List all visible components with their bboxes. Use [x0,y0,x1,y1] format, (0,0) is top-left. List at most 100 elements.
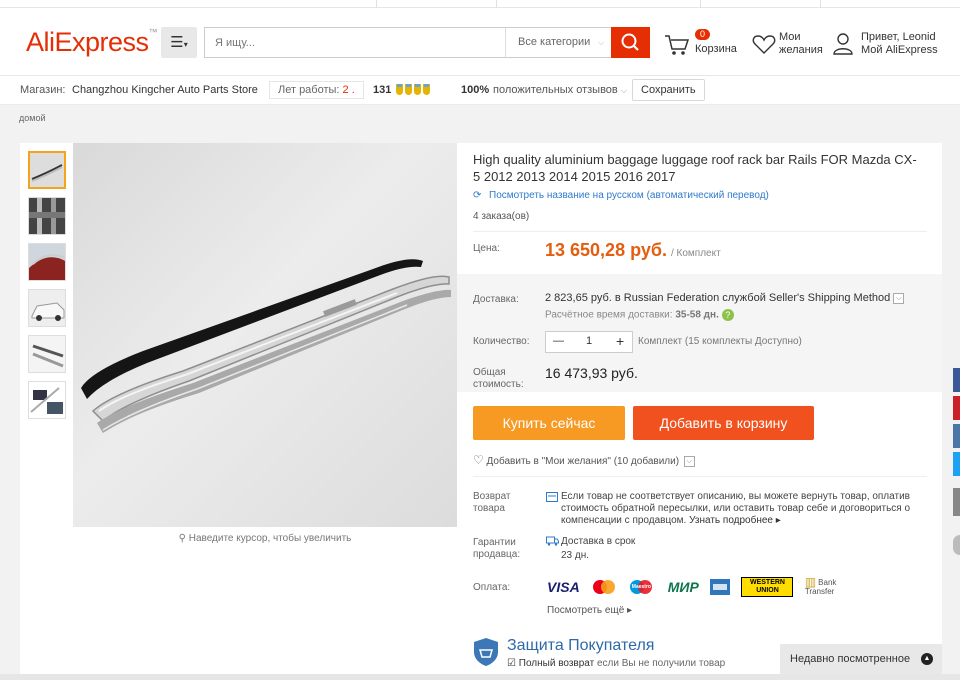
quantity-stepper: — 1 + [545,331,633,353]
breadcrumb-home[interactable]: домой [19,113,45,123]
twitter-share-icon[interactable] [953,452,960,476]
thumbnail[interactable] [28,243,66,281]
price-unit: / Комплект [670,248,721,259]
cart-icon [665,35,690,55]
categories-menu-button[interactable]: ☰▾ [161,27,197,58]
chevron-down-icon: ⌵ [893,292,905,304]
package-thumb [29,382,65,418]
aliexpress-logo[interactable]: AliExpress™ [26,27,158,58]
account-link[interactable]: Привет, Leonid Мой AliExpress [832,29,956,65]
add-to-wishlist[interactable]: ♡ Добавить в "Мои желания" (10 добавили)… [473,453,695,467]
shipping-text: 2 823,65 руб. в Russian Federation служб… [545,292,891,304]
search-button[interactable] [611,27,650,58]
buyer-protection-title: Защита Покупателя [507,637,655,654]
total-label-line2: стоимость: [473,379,524,390]
maestro-label: Maestro [631,584,651,590]
save-store-button[interactable]: Сохранить [632,79,705,101]
share-more-icon[interactable] [953,488,960,516]
orders-count: 4 заказа(ов) [473,211,530,222]
zoom-hint-text: Наведите курсор, чтобы увеличить [188,533,352,544]
chevron-down-icon: ⌵ [683,455,695,467]
rail-detail-thumb [29,198,65,234]
return-label-line2: товара [473,503,505,514]
thumbnail[interactable] [28,197,66,235]
product-price: 13 650,28 руб. / Комплект [545,240,721,261]
translate-icon: ⟳ [473,190,482,201]
roof-rail-image [81,259,451,433]
learn-more-link[interactable]: Узнать подробнее ▸ [689,515,781,526]
buy-now-button[interactable]: Купить сейчас [473,406,625,440]
recently-viewed-label: Недавно посмотренное [790,653,911,665]
translate-title-link[interactable]: ⟳ Посмотреть название на русском (автомат… [473,190,769,201]
more-payment-text: Посмотреть ещё [547,605,625,616]
decrease-button[interactable]: — [553,335,564,347]
wishlist-text: Добавить в "Мои желания" (10 добавили) [486,456,680,467]
bank-transfer-icon: ▥ Bank Transfer [804,575,851,596]
add-to-cart-button[interactable]: Добавить в корзину [633,406,814,440]
divider [496,0,497,8]
shield-icon [474,638,498,666]
total-price: 16 473,93 руб. [545,365,638,381]
delivery-truck-icon [546,536,559,546]
vk-share-icon[interactable] [953,424,960,448]
car-roof-thumb [29,244,65,280]
return-label-line1: Возврат [473,491,511,502]
learn-more-text: Узнать подробнее [689,515,773,526]
magnifier-icon: ⚲ [178,533,189,544]
wishlist-link[interactable]: Мои желания [752,29,828,65]
scroll-top-button[interactable] [953,535,960,555]
shipping-method[interactable]: 2 823,65 руб. в Russian Federation служб… [545,292,905,304]
user-icon [833,33,853,55]
pinterest-share-icon[interactable] [953,396,960,420]
more-payment-link[interactable]: Посмотреть ещё ▸ [547,605,632,616]
quantity-available: Комплект (15 комплекты Доступно) [638,336,802,347]
total-label-line1: Общая [473,367,506,378]
delivery-estimate-value: 35-58 дн. [675,309,719,321]
thumbnail[interactable] [28,381,66,419]
western-union-icon: WESTERN UNION [741,577,794,597]
translate-link-text: Посмотреть название на русском (автомати… [489,190,769,201]
protection-item-text: Полный возврат [518,658,595,669]
store-rating: 131 [373,84,392,96]
bank-icon: ▥ [804,575,817,589]
guarantee-line2: 23 дн. [561,550,590,561]
feedback-dropdown[interactable]: положительных отзывов ⌵ [493,84,627,96]
medal-icon [423,84,430,95]
thumbnail[interactable] [28,151,66,189]
rail-parts-thumb [29,336,65,372]
guarantee-label-line1: Гарантии [473,537,516,548]
quantity-label: Количество: [473,336,530,347]
years-value: 2 [342,84,349,96]
cart-link[interactable]: 0 Корзина [664,27,744,63]
divider [700,0,701,8]
seller-guarantee: Доставка в срок 23 дн. [561,535,635,563]
price-label: Цена: [473,243,500,254]
recently-viewed-bar[interactable]: Недавно посмотренное ▲ [780,644,942,674]
thumbnail[interactable] [28,289,66,327]
visa-icon: VISA [547,579,580,595]
help-icon[interactable]: ? [721,309,734,321]
quantity-value[interactable]: 1 [586,335,592,347]
feedback-percent: 100% [461,84,490,96]
product-main-image[interactable] [73,143,457,527]
category-select[interactable]: Все категории ⌵ [505,28,611,57]
facebook-share-icon[interactable] [953,368,960,392]
search-input[interactable] [205,28,505,57]
trademark: ™ [148,27,158,37]
feedback-label: положительных отзывов [493,84,618,96]
guarantee-label-line2: продавца: [473,549,521,560]
site-header: AliExpress™ ☰▾ Все категории⌵ 0 Корзина … [0,8,960,76]
store-name-link[interactable]: Changzhou Kingcher Auto Parts Store [72,84,258,96]
store-bar: Магазин: Changzhou Kingcher Auto Parts S… [0,76,960,105]
roof-rail-thumb [30,153,64,187]
chevron-up-icon: ▲ [921,653,933,665]
cart-count-badge: 0 [695,29,711,40]
total-label: Общая стоимость: [473,367,524,391]
medal-icon [405,84,412,95]
thumbnail[interactable] [28,335,66,373]
years-label: Лет работы: [278,84,340,96]
greeting-text: Привет, Leonid [861,31,936,43]
account-label: Привет, Leonid Мой AliExpress [861,31,938,57]
shipping-label: Доставка: [473,294,519,305]
increase-button[interactable]: + [616,333,624,349]
